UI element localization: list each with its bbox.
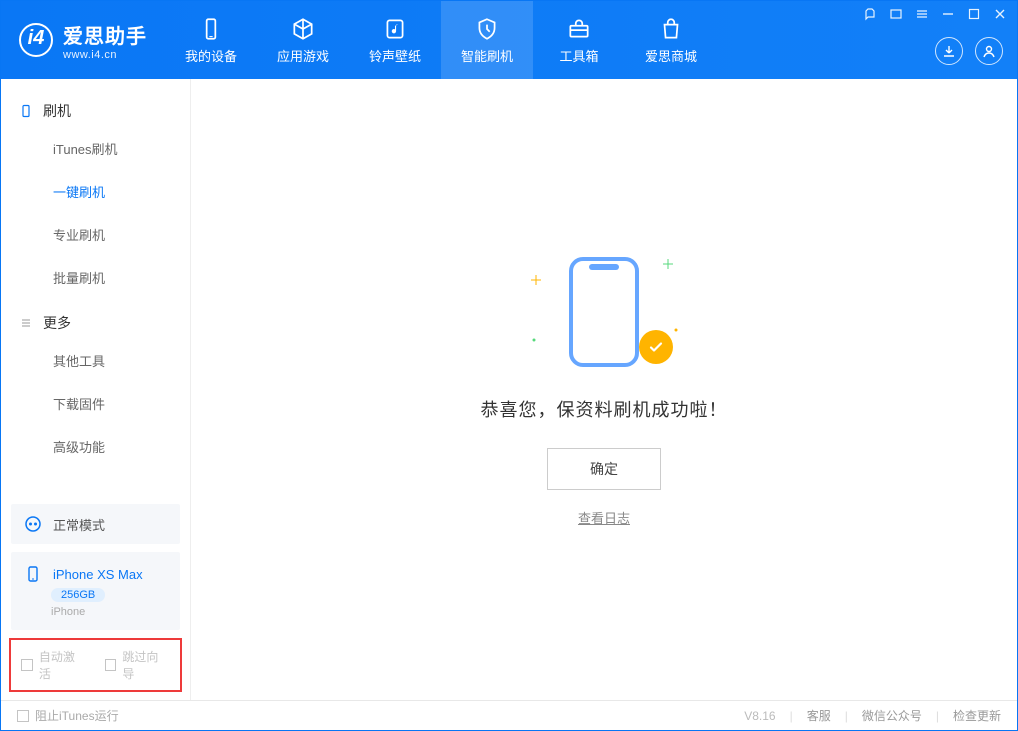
menu-icon[interactable] [915,7,929,21]
device-capacity: 256GB [51,588,105,602]
checkbox-block-itunes[interactable]: 阻止iTunes运行 [17,707,119,724]
list-icon [19,316,33,330]
tab-toolbox[interactable]: 工具箱 [533,1,625,79]
sidebar-section-flash: 刷机 [1,87,190,127]
sidebar-item-download-firmware[interactable]: 下载固件 [1,382,190,425]
logo-icon: i4 [19,23,53,57]
body: 刷机 iTunes刷机 一键刷机 专业刷机 批量刷机 更多 其他工具 下载固件 … [1,79,1017,700]
main-content: 恭喜您，保资料刷机成功啦！ 确定 查看日志 [191,79,1017,700]
phone-illustration [569,257,639,367]
sparkle-icon [671,322,681,332]
section-label: 更多 [43,313,71,333]
sidebar-item-other-tools[interactable]: 其他工具 [1,339,190,382]
bag-icon [658,16,684,42]
sidebar-scroll: 刷机 iTunes刷机 一键刷机 专业刷机 批量刷机 更多 其他工具 下载固件 … [1,79,190,496]
view-log-link[interactable]: 查看日志 [578,508,630,527]
options-row: 自动激活 跳过向导 [9,638,182,692]
device-name: iPhone XS Max [53,567,143,582]
sidebar-item-pro-flash[interactable]: 专业刷机 [1,213,190,256]
main-tabs: 我的设备 应用游戏 铃声壁纸 智能刷机 工具箱 爱思商城 [165,1,717,79]
app-window: i4 爱思助手 www.i4.cn 我的设备 应用游戏 铃声壁纸 智能刷机 [0,0,1018,731]
mode-box[interactable]: 正常模式 [11,504,180,544]
sparkle-icon [529,332,539,342]
app-url: www.i4.cn [63,49,147,61]
sidebar-bottom: 正常模式 iPhone XS Max 256GB iPhone 自动激活 [1,496,190,700]
tab-label: 铃声壁纸 [369,46,421,65]
normal-mode-icon [23,514,43,534]
ok-button[interactable]: 确定 [547,448,661,490]
tab-label: 应用游戏 [277,46,329,65]
update-link[interactable]: 检查更新 [953,707,1001,724]
window-controls [863,7,1007,21]
sidebar-item-batch-flash[interactable]: 批量刷机 [1,256,190,299]
tab-smart-flash[interactable]: 智能刷机 [441,1,533,79]
separator: | [790,709,793,723]
sidebar-item-onekey-flash[interactable]: 一键刷机 [1,170,190,213]
logo: i4 爱思助手 www.i4.cn [1,1,165,79]
tab-store[interactable]: 爱思商城 [625,1,717,79]
checkbox-icon [21,659,33,671]
footer: 阻止iTunes运行 V8.16 | 客服 | 微信公众号 | 检查更新 [1,700,1017,730]
success-illustration [529,252,679,372]
device-row: iPhone XS Max [23,564,143,584]
checkbox-auto-activate[interactable]: 自动激活 [21,648,87,682]
sidebar-item-advanced[interactable]: 高级功能 [1,425,190,468]
device-type: iPhone [51,606,85,618]
footer-right: V8.16 | 客服 | 微信公众号 | 检查更新 [744,707,1001,724]
header: i4 爱思助手 www.i4.cn 我的设备 应用游戏 铃声壁纸 智能刷机 [1,1,1017,79]
sidebar-item-itunes-flash[interactable]: iTunes刷机 [1,127,190,170]
phone-icon [19,104,33,118]
device-icon [198,16,224,42]
skin-icon[interactable] [889,7,903,21]
separator: | [936,709,939,723]
tab-label: 爱思商城 [645,46,697,65]
version-label: V8.16 [744,709,775,723]
device-icon [23,564,43,584]
sparkle-icon [531,272,541,282]
checkbox-icon [105,659,117,671]
tab-label: 我的设备 [185,46,237,65]
sidebar-section-more: 更多 [1,299,190,339]
tab-ringtones-wallpapers[interactable]: 铃声壁纸 [349,1,441,79]
checkbox-icon [17,710,29,722]
section-label: 刷机 [43,101,71,121]
app-name: 爱思助手 [63,20,147,49]
separator: | [845,709,848,723]
sidebar: 刷机 iTunes刷机 一键刷机 专业刷机 批量刷机 更多 其他工具 下载固件 … [1,79,191,700]
user-icon[interactable] [975,37,1003,65]
tab-label: 智能刷机 [461,46,513,65]
checkbox-label: 跳过向导 [122,648,170,682]
close-icon[interactable] [993,7,1007,21]
tab-my-device[interactable]: 我的设备 [165,1,257,79]
header-right [935,37,1003,65]
feedback-icon[interactable] [863,7,877,21]
music-icon [382,16,408,42]
mode-label: 正常模式 [53,515,105,534]
tab-label: 工具箱 [559,46,598,65]
sparkle-icon [663,256,673,266]
toolbox-icon [566,16,592,42]
download-icon[interactable] [935,37,963,65]
checkbox-skip-guide[interactable]: 跳过向导 [105,648,171,682]
support-link[interactable]: 客服 [807,707,831,724]
maximize-icon[interactable] [967,7,981,21]
tab-apps-games[interactable]: 应用游戏 [257,1,349,79]
checkbox-label: 阻止iTunes运行 [35,707,119,724]
shield-icon [474,16,500,42]
cube-icon [290,16,316,42]
success-message: 恭喜您，保资料刷机成功啦！ [481,396,728,422]
logo-text: 爱思助手 www.i4.cn [63,20,147,61]
checkbox-label: 自动激活 [39,648,87,682]
wechat-link[interactable]: 微信公众号 [862,707,922,724]
check-badge-icon [639,330,673,364]
minimize-icon[interactable] [941,7,955,21]
device-box[interactable]: iPhone XS Max 256GB iPhone [11,552,180,630]
